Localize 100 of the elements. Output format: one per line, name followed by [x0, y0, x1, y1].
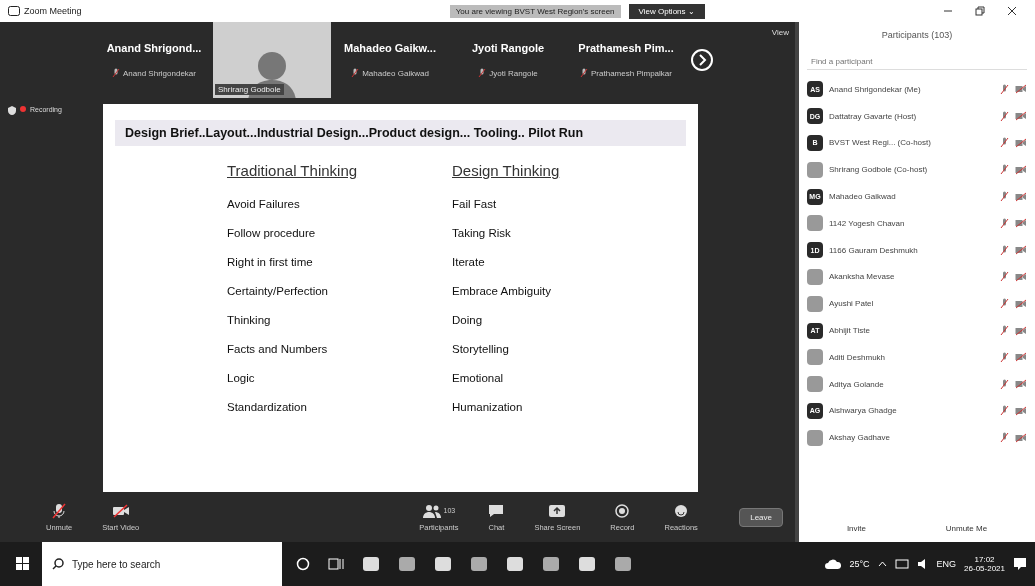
caret-up-icon[interactable]: [877, 561, 887, 567]
participant-row[interactable]: Akanksha Mevase: [807, 263, 1027, 291]
taskbar-app-icon[interactable]: [614, 555, 632, 573]
slide-text: Thinking: [227, 314, 272, 326]
next-page-button[interactable]: [691, 49, 713, 71]
participant-row[interactable]: Shrirang Godbole (Co-host): [807, 156, 1027, 184]
participant-name: Shrirang Godbole: [215, 84, 284, 95]
slide-text: Emotional: [452, 372, 505, 384]
panel-button[interactable]: Invite: [840, 523, 872, 534]
camera-off-icon: [1015, 298, 1027, 309]
mic-off-icon: [1000, 110, 1009, 122]
participant-label: Mahadeo Gaikwad: [362, 68, 429, 78]
camera-off-icon: [1015, 379, 1027, 390]
slide-text: Taking Risk: [452, 227, 512, 239]
weather-temperature[interactable]: 25°C: [849, 559, 870, 569]
mic-off-icon: [1000, 217, 1009, 229]
taskbar-app-icon[interactable]: [398, 555, 416, 573]
participant-name: Anand Shrigond...: [106, 42, 202, 54]
view-options-button[interactable]: View Options ⌄: [628, 3, 705, 19]
network-icon[interactable]: [894, 559, 909, 569]
taskbar-app-icon[interactable]: [506, 555, 524, 573]
camera-off-icon: [1015, 138, 1027, 148]
participant-name: Aishwarya Ghadge: [829, 406, 898, 416]
restore-icon[interactable]: [975, 6, 985, 16]
taskbar-app-icon[interactable]: [578, 555, 596, 573]
participant-row[interactable]: Aditi Deshmukh: [807, 343, 1027, 371]
participant-name: Ayushi Patel: [829, 299, 875, 309]
taskbar-app-icon[interactable]: [470, 555, 488, 573]
column-heading: Design Thinking: [452, 162, 561, 179]
slide-text: Certainty/Perfection: [227, 285, 329, 297]
participant-name: Anand Shrigondekar (Me): [829, 84, 922, 94]
slide-text: Iterate: [452, 256, 486, 268]
mic-off-icon: [1000, 325, 1009, 337]
mic-off-icon: [1000, 351, 1009, 363]
circle-icon[interactable]: [296, 557, 310, 571]
participant-name: Aditya Golande: [829, 379, 885, 389]
taskbar-app-icon[interactable]: [362, 555, 380, 573]
participant-row[interactable]: 1142 Yogesh Chavan: [807, 210, 1027, 237]
record-dot-icon: [20, 106, 26, 112]
clock[interactable]: 17:02 26-05-2021: [964, 555, 1005, 573]
participant-name: Abhijit Tiste: [829, 326, 871, 336]
slide-text: Right in first time: [227, 256, 314, 268]
mic-off-icon: [351, 68, 360, 78]
shield-icon: [8, 106, 16, 115]
participant-name: Prathamesh Pim...: [578, 42, 674, 54]
avatar-picture: [807, 349, 823, 366]
view-button[interactable]: View: [771, 28, 789, 37]
camera-off-icon: [1015, 405, 1027, 416]
participant-row[interactable]: Aditya Golande: [807, 370, 1027, 398]
taskbar-app-icon[interactable]: [434, 555, 452, 573]
avatar-picture: [807, 376, 823, 393]
share-banner: You are viewing BVST West Region's screen: [449, 4, 621, 18]
camera-off-icon: [1015, 111, 1027, 122]
camera-off-icon: [111, 503, 130, 518]
mic-off-icon: [112, 68, 120, 78]
camera-off-icon: [1015, 218, 1027, 229]
mic-off-icon: [1000, 137, 1009, 149]
notification-icon[interactable]: [1013, 557, 1027, 571]
camera-off-icon: [1015, 84, 1027, 95]
people-icon: [422, 503, 441, 518]
mic-off-icon: [1000, 271, 1009, 283]
language-indicator[interactable]: ENG: [936, 559, 957, 569]
camera-off-icon: [1015, 432, 1027, 443]
participant-row[interactable]: Akshay Gadhave: [807, 424, 1027, 452]
task-view-icon[interactable]: [328, 557, 344, 571]
slide-text: Follow procedure: [227, 227, 317, 239]
camera-off-icon: [1015, 352, 1027, 363]
participant-label: Jyoti Rangole: [489, 68, 538, 78]
participant-name: Akanksha Mevase: [829, 272, 896, 282]
slide-text: Avoid Failures: [227, 198, 301, 210]
mic-off-icon: [1000, 244, 1009, 256]
windows-start-icon[interactable]: [16, 557, 30, 571]
participant-name: Aditi Deshmukh: [829, 352, 887, 362]
participant-name: Mahadeo Gaikw...: [344, 42, 436, 54]
participant-name: 1166 Gauram Deshmukh: [829, 245, 919, 255]
slide-text: Doing: [452, 314, 484, 326]
slide-text: Fail Fast: [452, 198, 498, 210]
slide-text: Embrace Ambiguity: [452, 285, 553, 297]
search-icon: [52, 558, 64, 570]
mic-off-icon: [1000, 83, 1009, 95]
taskbar-app-icon[interactable]: [542, 555, 560, 573]
mic-off-icon: [1000, 432, 1009, 444]
record-icon: [615, 503, 630, 518]
camera-off-icon: [1015, 271, 1027, 282]
avatar-picture: [807, 295, 823, 312]
participant-name: Jyoti Rangole: [471, 42, 545, 54]
slide-text: Humanization: [452, 401, 524, 413]
mic-off-icon: [478, 68, 487, 78]
taskbar-search-field[interactable]: Type here to search: [42, 542, 282, 586]
close-icon[interactable]: [1007, 6, 1017, 16]
panel-button[interactable]: Unmute Me: [939, 523, 994, 534]
participant-name: Mahadeo Gaikwad: [829, 192, 897, 202]
window-title: Zoom Meeting: [24, 6, 82, 16]
smiley-icon: [674, 503, 689, 518]
avatar-picture: [807, 268, 823, 285]
slide-text: Logic: [227, 372, 256, 384]
mic-off-icon: [1000, 298, 1009, 310]
participant-label: Prathamesh Pimpalkar: [591, 68, 672, 78]
participant-row[interactable]: Ayushi Patel: [807, 290, 1027, 318]
leave-button[interactable]: Leave: [739, 507, 783, 527]
